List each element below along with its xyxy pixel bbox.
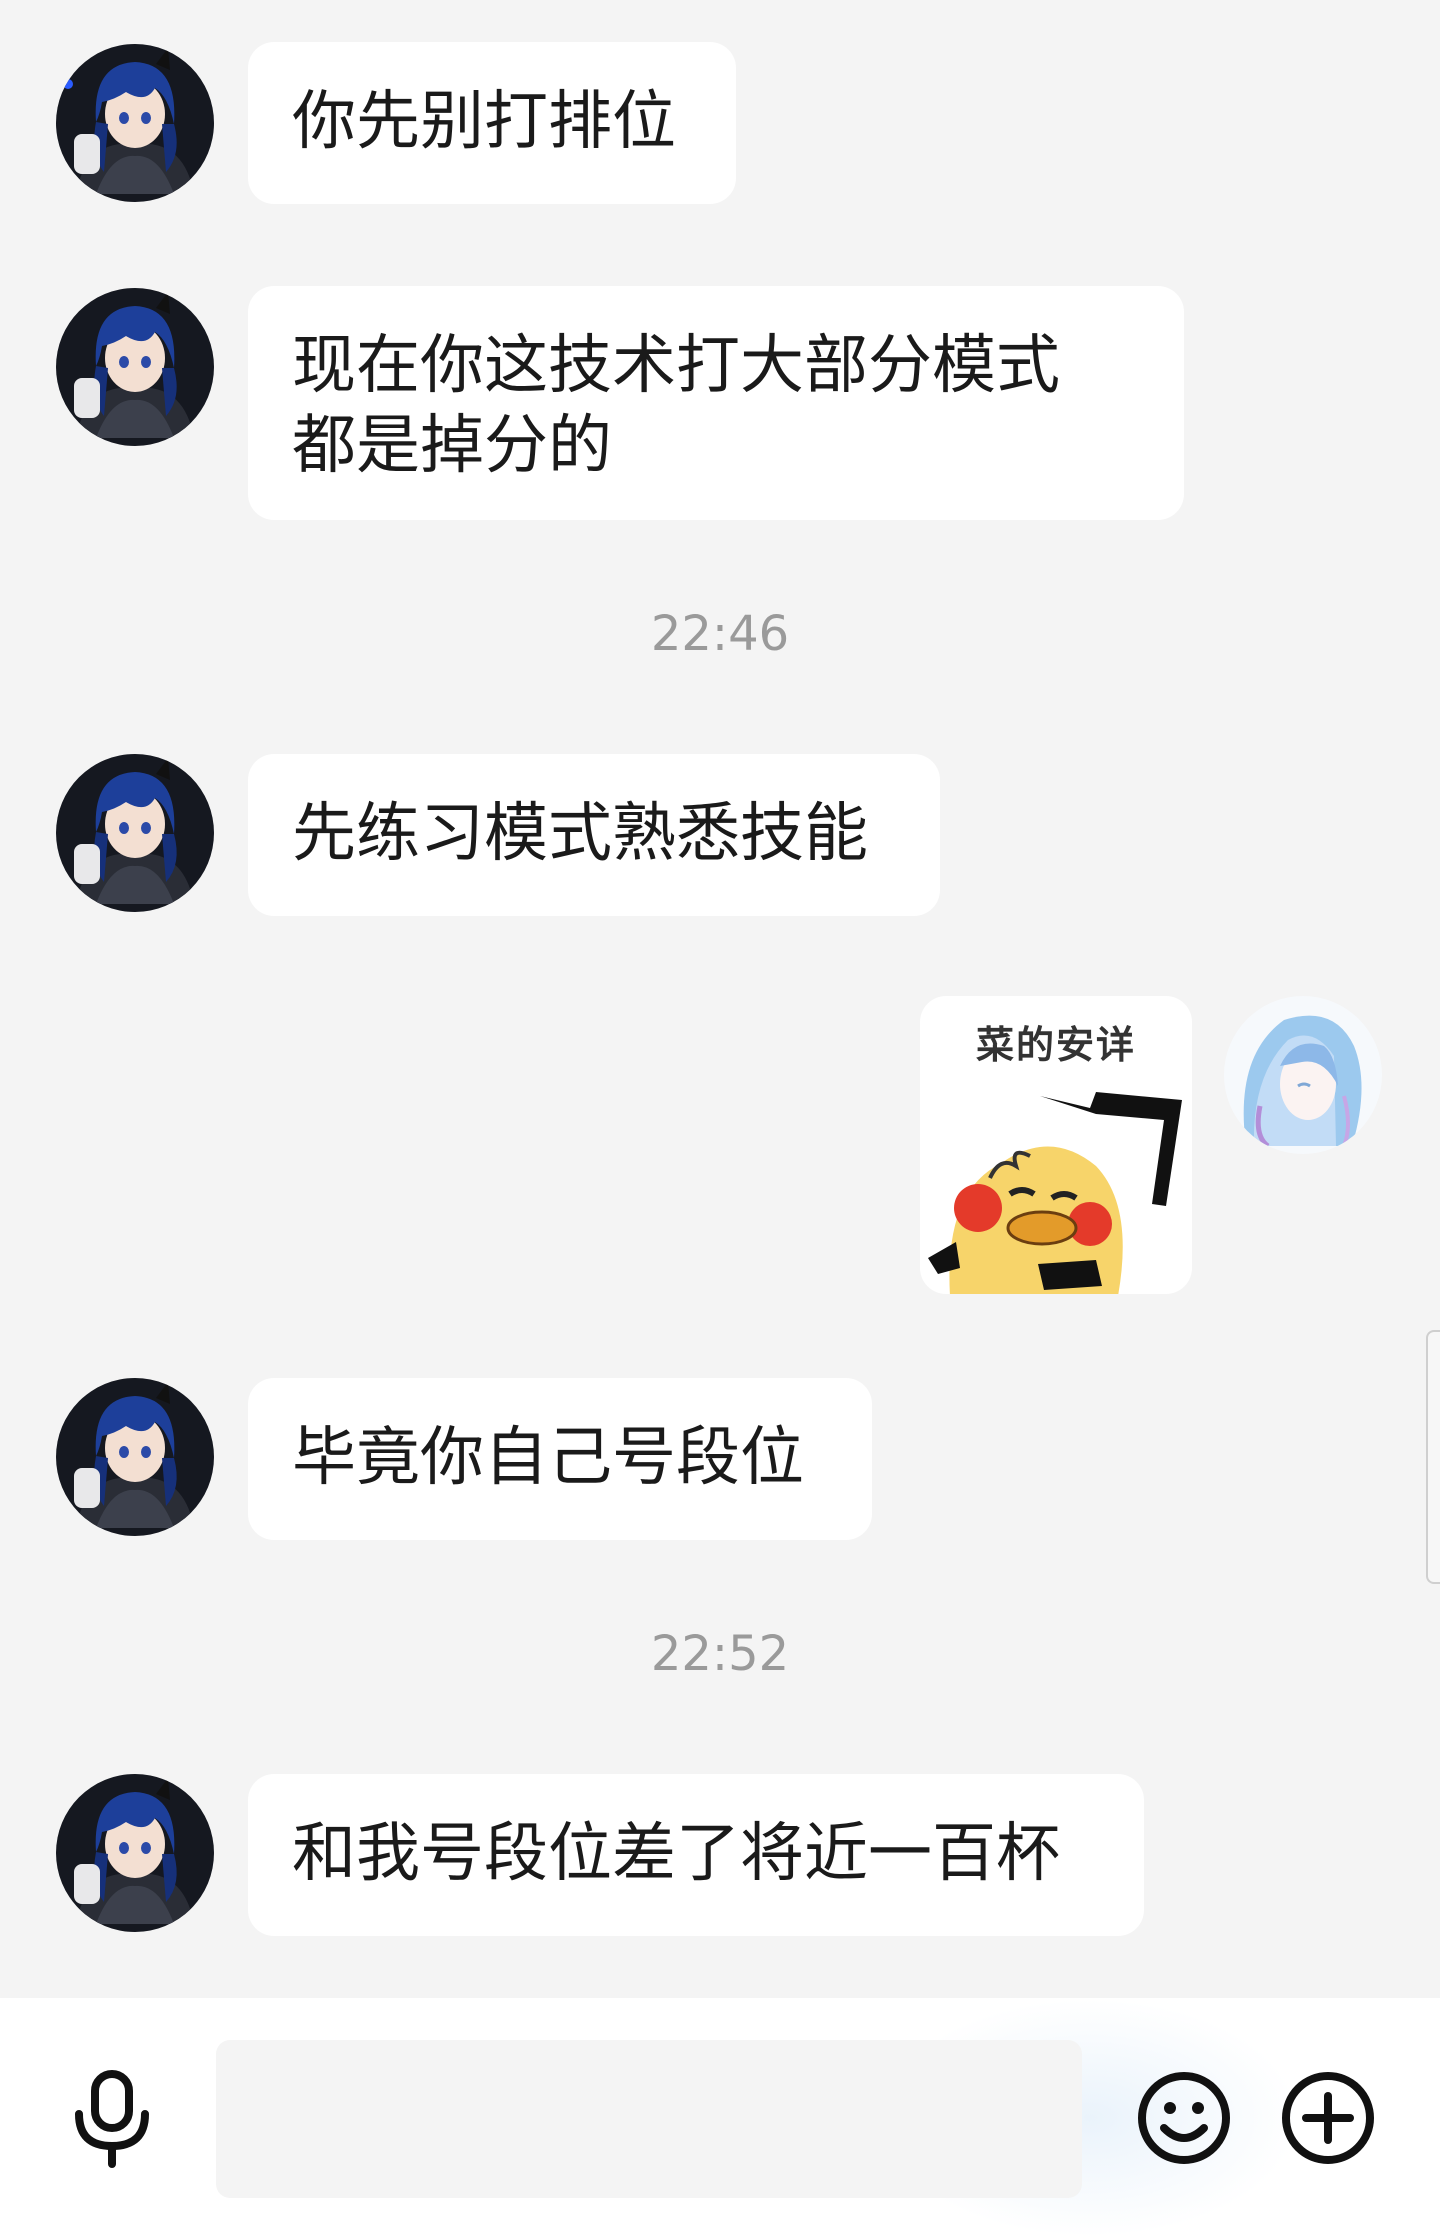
more-options-button[interactable] xyxy=(1268,2060,1388,2180)
scroll-handle[interactable] xyxy=(1426,1330,1440,1584)
friend-avatar[interactable] xyxy=(56,754,214,912)
friend-avatar[interactable] xyxy=(56,1378,214,1536)
friend-avatar[interactable] xyxy=(56,288,214,446)
friend-avatar[interactable] xyxy=(56,44,214,202)
sticker-message[interactable]: 菜的安详 xyxy=(920,996,1192,1294)
my-avatar[interactable] xyxy=(1224,996,1382,1154)
plus-circle-icon xyxy=(1278,2068,1378,2172)
message-row: 你先别打排位 xyxy=(0,40,1440,210)
chat-message-list[interactable]: 你先别打排位 现在你这技术打大部分模式 都是掉分的 22:46 先练习模式熟悉技… xyxy=(0,0,1440,1998)
message-row: 菜的安详 xyxy=(0,996,1440,1300)
duck-sticker-icon xyxy=(928,1092,1182,1294)
microphone-icon xyxy=(69,2068,155,2172)
message-bubble[interactable]: 毕竟你自己号段位 xyxy=(248,1378,872,1540)
message-bubble[interactable]: 你先别打排位 xyxy=(248,42,736,204)
message-bubble[interactable]: 和我号段位差了将近一百杯 xyxy=(248,1774,1144,1936)
message-text-input[interactable] xyxy=(216,2040,1082,2198)
message-input-bar xyxy=(0,1998,1440,2238)
message-bubble[interactable]: 现在你这技术打大部分模式 都是掉分的 xyxy=(248,286,1184,520)
message-row: 和我号段位差了将近一百杯 xyxy=(0,1770,1440,1940)
message-row: 先练习模式熟悉技能 xyxy=(0,750,1440,920)
message-row: 毕竟你自己号段位 xyxy=(0,1374,1440,1544)
timestamp: 22:46 xyxy=(650,606,790,662)
emoji-button[interactable] xyxy=(1124,2060,1244,2180)
message-bubble[interactable]: 先练习模式熟悉技能 xyxy=(248,754,940,916)
timestamp: 22:52 xyxy=(650,1626,790,1682)
emoji-icon xyxy=(1134,2068,1234,2172)
friend-avatar[interactable] xyxy=(56,1774,214,1932)
message-row: 现在你这技术打大部分模式 都是掉分的 xyxy=(0,284,1440,524)
voice-button[interactable] xyxy=(52,2060,172,2180)
